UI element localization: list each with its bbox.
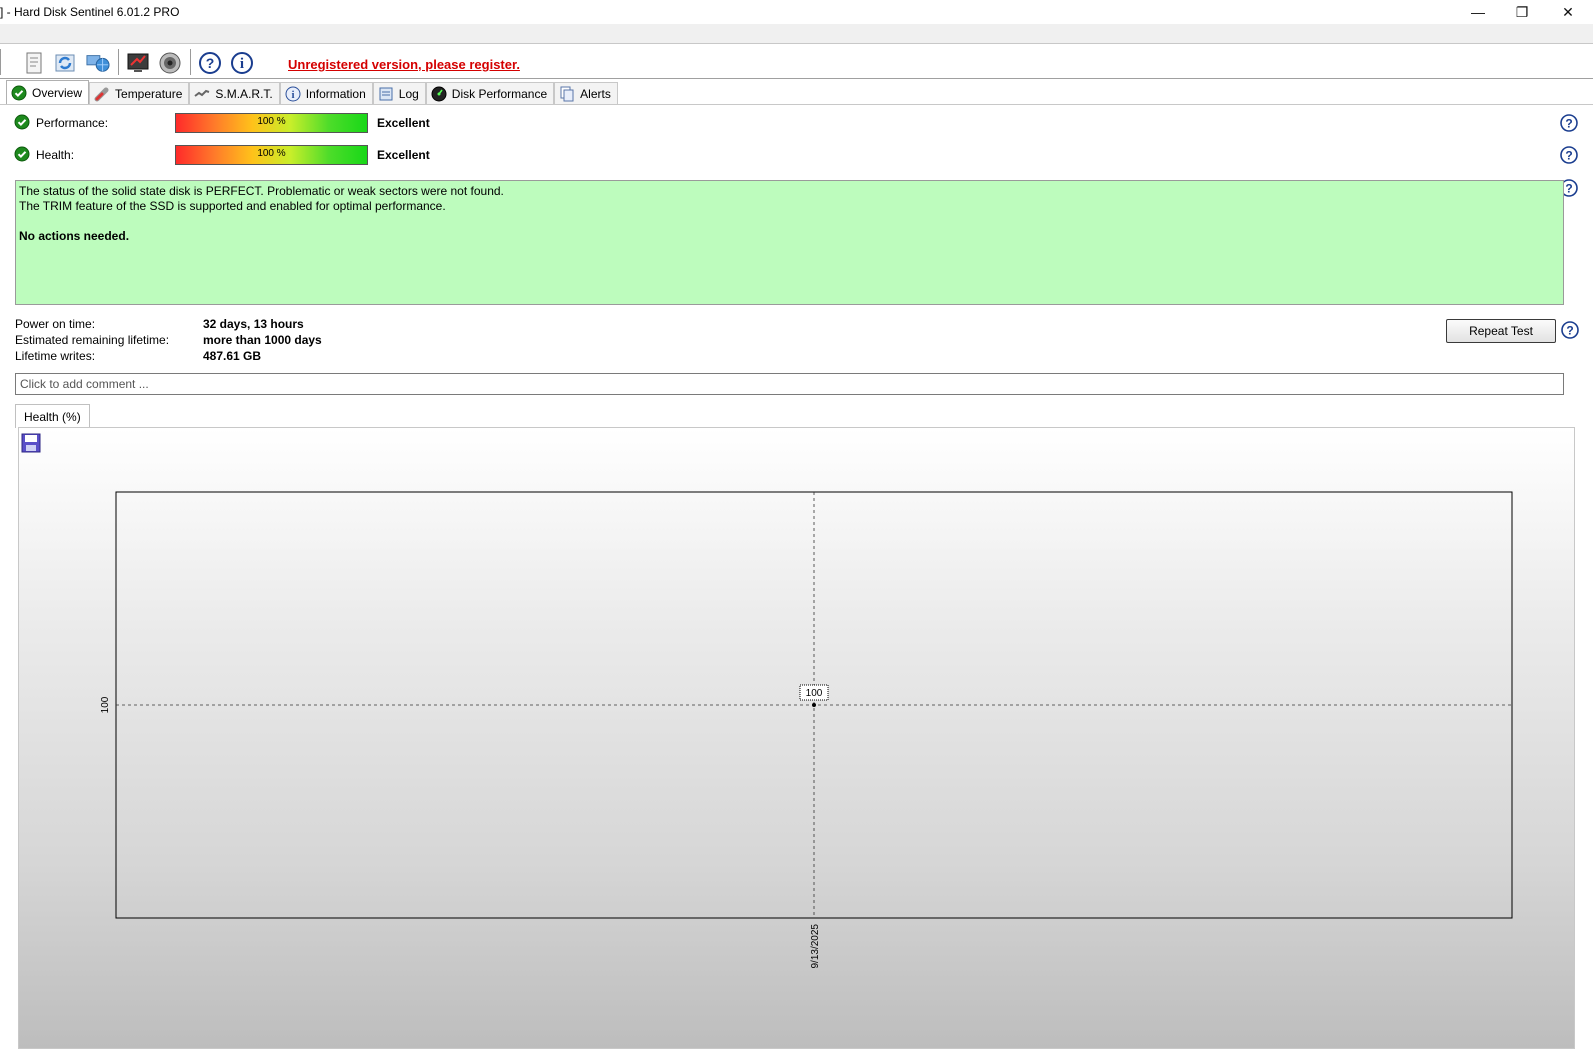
data-point: [812, 703, 816, 707]
x-tick-label: 9/13/2025: [810, 924, 821, 969]
point-label: 100: [806, 688, 823, 699]
health-chart: 100 100 9/13/2025: [100, 491, 1513, 969]
y-tick-label: 100: [100, 696, 111, 713]
